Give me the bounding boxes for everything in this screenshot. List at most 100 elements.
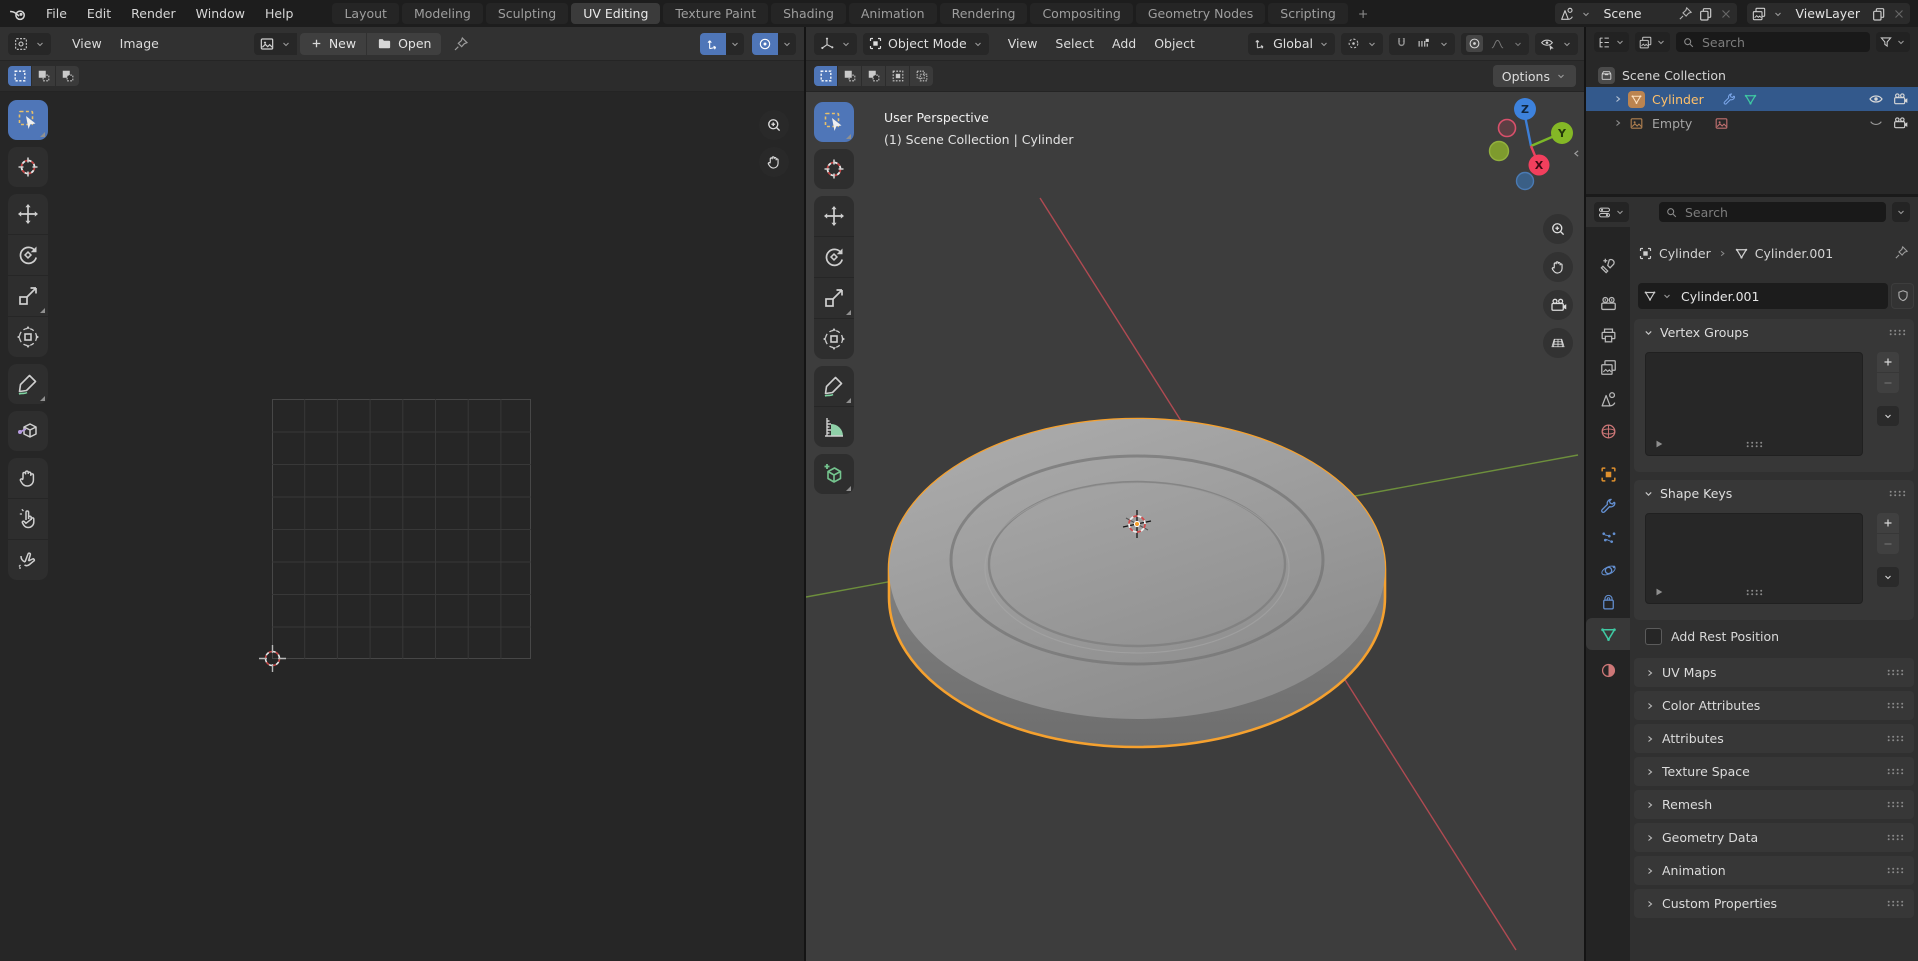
- library-override-button[interactable]: [1891, 283, 1914, 309]
- shape-keys-header[interactable]: Shape Keys: [1634, 480, 1914, 507]
- outliner-search-input[interactable]: [1700, 34, 1864, 51]
- list-expand-icon[interactable]: [1654, 439, 1664, 449]
- properties-search[interactable]: [1659, 202, 1886, 222]
- tab-world[interactable]: [1586, 415, 1630, 447]
- add-rest-position-checkbox[interactable]: [1645, 628, 1662, 645]
- vp-tool-add-cube[interactable]: [814, 454, 854, 494]
- menu-help[interactable]: Help: [255, 0, 304, 27]
- cylinder-object[interactable]: [889, 419, 1385, 747]
- mode-dropdown[interactable]: Object Mode: [863, 33, 989, 55]
- tab-object-data[interactable]: [1586, 618, 1630, 650]
- mesh-data-icon[interactable]: [1743, 92, 1758, 107]
- vp-tool-measure[interactable]: [814, 406, 854, 447]
- uv-select-mode-vertex[interactable]: [8, 66, 31, 86]
- panel-color-attributes[interactable]: Color Attributes: [1634, 691, 1914, 720]
- menu-window[interactable]: Window: [186, 0, 255, 27]
- viewlayer-name[interactable]: ViewLayer: [1789, 6, 1866, 21]
- vp-tool-select-box[interactable]: [814, 102, 854, 142]
- uv-zoom-button[interactable]: [759, 110, 789, 140]
- tab-scene[interactable]: [1586, 383, 1630, 415]
- chevron-down-icon[interactable]: [1661, 290, 1673, 302]
- grip-icon[interactable]: [1888, 489, 1906, 498]
- uv-tool-relax[interactable]: [8, 498, 48, 539]
- select-mode-intersect[interactable]: [910, 66, 933, 86]
- uv-tool-pinch[interactable]: [8, 539, 48, 580]
- snap-magnet-icon[interactable]: [1394, 36, 1409, 51]
- new-viewlayer-icon[interactable]: [1871, 6, 1887, 22]
- vertex-groups-header[interactable]: Vertex Groups: [1634, 319, 1914, 346]
- proportional-toggle[interactable]: [1466, 35, 1483, 52]
- tab-compositing[interactable]: Compositing: [1030, 3, 1132, 24]
- vp-camera-view-button[interactable]: [1543, 290, 1573, 320]
- uv-pan-button[interactable]: [759, 147, 789, 177]
- scene-icon[interactable]: [1559, 6, 1575, 22]
- menu-render[interactable]: Render: [121, 0, 186, 27]
- open-image-button[interactable]: Open: [367, 33, 441, 55]
- outliner-display-mode-button[interactable]: [1635, 32, 1670, 52]
- tab-constraints[interactable]: [1586, 586, 1630, 618]
- vp-pan-button[interactable]: [1543, 252, 1573, 282]
- outliner-row-scene-collection[interactable]: Scene Collection: [1586, 63, 1918, 87]
- pin-scene-icon[interactable]: [1678, 6, 1693, 21]
- visibility-dropdown[interactable]: [1535, 33, 1578, 55]
- remove-viewlayer-icon[interactable]: [1892, 7, 1906, 21]
- tab-texture-paint[interactable]: Texture Paint: [663, 3, 768, 24]
- chevron-down-icon[interactable]: [1580, 8, 1592, 20]
- uv-select-mode-face[interactable]: [56, 66, 79, 86]
- uv-snap-toggle[interactable]: [700, 33, 726, 55]
- hidden-eye-icon[interactable]: [1868, 115, 1884, 131]
- vp-tool-scale[interactable]: [814, 277, 854, 318]
- gizmo-axis-neg-y[interactable]: [1490, 142, 1509, 161]
- pin-image-icon[interactable]: [453, 36, 469, 52]
- unlink-scene-icon[interactable]: [1719, 7, 1733, 21]
- datablock-name-field[interactable]: Cylinder.001: [1638, 283, 1888, 309]
- panel-custom-properties[interactable]: Custom Properties: [1634, 889, 1914, 918]
- new-image-button[interactable]: New: [300, 33, 366, 55]
- tab-particles[interactable]: [1586, 522, 1630, 554]
- uv-snap-options-button[interactable]: [726, 33, 744, 55]
- grip-icon[interactable]: [1745, 588, 1763, 597]
- panel-remesh[interactable]: Remesh: [1634, 790, 1914, 819]
- falloff-curve-icon[interactable]: [1490, 36, 1505, 51]
- datablock-name-value[interactable]: Cylinder.001: [1681, 289, 1759, 304]
- tab-object[interactable]: [1586, 458, 1630, 490]
- disable-render-icon[interactable]: [1892, 115, 1908, 131]
- tab-shading[interactable]: Shading: [771, 3, 846, 24]
- menu-edit[interactable]: Edit: [77, 0, 121, 27]
- uv-tool-scale[interactable]: [8, 275, 48, 316]
- tab-layout[interactable]: Layout: [332, 3, 399, 24]
- vertex-group-specials-button[interactable]: [1877, 406, 1899, 426]
- disable-render-icon[interactable]: [1892, 91, 1908, 107]
- snap-with-icon[interactable]: [1416, 36, 1431, 51]
- tab-render[interactable]: [1586, 287, 1630, 319]
- tab-tool[interactable]: [1586, 249, 1630, 281]
- tab-geometry-nodes[interactable]: Geometry Nodes: [1136, 3, 1265, 24]
- tab-physics[interactable]: [1586, 554, 1630, 586]
- uv-tool-rip-region[interactable]: [8, 411, 48, 451]
- new-scene-icon[interactable]: [1698, 6, 1714, 22]
- tab-modifiers[interactable]: [1586, 490, 1630, 522]
- chevron-down-icon[interactable]: [1438, 38, 1450, 50]
- chevron-down-icon[interactable]: [1512, 38, 1524, 50]
- tab-rendering[interactable]: Rendering: [940, 3, 1028, 24]
- tab-uv-editing[interactable]: UV Editing: [571, 3, 660, 24]
- tab-animation[interactable]: Animation: [849, 3, 937, 24]
- uv-tool-tweak[interactable]: [8, 100, 48, 140]
- vp-ortho-toggle-button[interactable]: [1543, 328, 1573, 358]
- select-mode-subtract[interactable]: [862, 66, 885, 86]
- gizmo-axis-neg-x[interactable]: [1499, 120, 1516, 137]
- image-data-icon[interactable]: [1714, 116, 1729, 131]
- uv-proportional-toggle[interactable]: [752, 33, 778, 55]
- breadcrumb-data[interactable]: Cylinder.001: [1755, 246, 1833, 261]
- vp-tool-cursor[interactable]: [814, 149, 854, 189]
- select-mode-extend[interactable]: [838, 66, 861, 86]
- vp-tool-annotate[interactable]: [814, 366, 854, 406]
- image-browse-button[interactable]: [254, 33, 297, 55]
- blender-logo-icon[interactable]: [8, 4, 28, 24]
- scene-name[interactable]: Scene: [1597, 6, 1673, 21]
- vp-menu-view[interactable]: View: [999, 36, 1047, 51]
- select-mode-invert[interactable]: [886, 66, 909, 86]
- vp-tool-transform[interactable]: [814, 318, 854, 359]
- tab-material[interactable]: [1586, 654, 1630, 686]
- outliner-search[interactable]: [1676, 32, 1870, 52]
